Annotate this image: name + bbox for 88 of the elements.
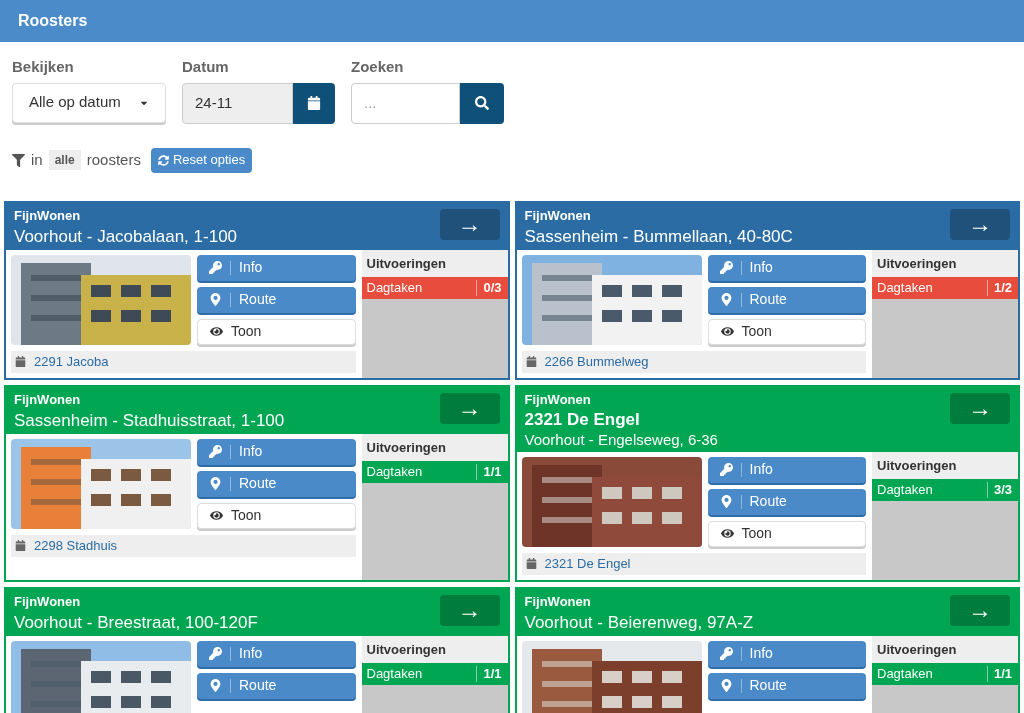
search-icon — [475, 96, 489, 110]
toon-button[interactable]: Toon — [707, 520, 866, 547]
map-pin-icon — [209, 477, 222, 490]
task-row[interactable]: Dagtaken 3/3 — [872, 479, 1018, 501]
schedule-link[interactable]: 2298 Stadhuis — [34, 535, 118, 556]
calendar-icon — [525, 356, 537, 367]
key-icon — [719, 463, 733, 476]
info-button[interactable]: Info — [707, 640, 866, 667]
scope-badge: alle — [48, 150, 81, 170]
date-label: Datum — [182, 57, 230, 77]
toon-button[interactable]: Toon — [707, 318, 866, 345]
filter-suffix: roosters — [86, 149, 141, 170]
toon-button[interactable]: Toon — [197, 502, 356, 529]
view-label: Bekijken — [12, 57, 75, 77]
address-title: Voorhout - Breestraat, 100-120F — [14, 611, 258, 634]
calendar-icon — [525, 558, 537, 569]
search-label: Zoeken — [351, 57, 405, 77]
open-button[interactable]: → — [439, 594, 500, 626]
calendar-button[interactable] — [293, 82, 335, 124]
map-pin-icon — [209, 679, 222, 692]
eye-icon — [210, 325, 223, 338]
route-button[interactable]: Route — [197, 470, 356, 497]
key-icon — [209, 261, 222, 274]
key-icon — [209, 445, 222, 458]
panel-title: Uitvoeringen — [872, 249, 1018, 277]
route-button[interactable]: Route — [197, 672, 356, 699]
calendar-icon — [15, 540, 26, 551]
company-name: FijnWonen — [14, 206, 82, 225]
company-name: FijnWonen — [524, 592, 592, 611]
panel-title: Uitvoeringen — [361, 635, 508, 663]
location-name: 2321 De Engel — [524, 409, 641, 430]
task-row[interactable]: Dagtaken 1/2 — [872, 277, 1018, 299]
map-pin-icon — [209, 293, 222, 306]
search-button[interactable] — [460, 82, 504, 124]
panel-title: Uitvoeringen — [361, 249, 508, 277]
schedule-link[interactable]: 2291 Jacoba — [34, 351, 109, 372]
calendar-icon — [307, 96, 321, 110]
open-button[interactable]: → — [439, 208, 500, 240]
company-name: FijnWonen — [524, 206, 592, 225]
panel-title: Uitvoeringen — [872, 451, 1018, 479]
open-button[interactable]: → — [950, 392, 1010, 424]
company-name: FijnWonen — [14, 592, 82, 611]
eye-icon — [720, 527, 734, 540]
info-button[interactable]: Info — [707, 254, 866, 281]
filter-prefix: in — [31, 149, 43, 170]
route-button[interactable]: Route — [707, 672, 866, 699]
task-row[interactable]: Dagtaken 1/1 — [872, 663, 1018, 685]
map-pin-icon — [719, 293, 733, 306]
eye-icon — [720, 325, 734, 338]
address-title: Voorhout - Jacobalaan, 1-100 — [14, 225, 238, 248]
address-title: Sassenheim - Bummellaan, 40-80C — [524, 225, 793, 248]
search-field[interactable]: ... — [351, 82, 460, 124]
company-name: FijnWonen — [524, 390, 592, 409]
refresh-icon — [157, 154, 169, 166]
page-title: Roosters — [18, 11, 88, 31]
key-icon — [719, 647, 733, 660]
key-icon — [719, 261, 733, 274]
info-button[interactable]: Info — [197, 640, 356, 667]
route-button[interactable]: Route — [707, 286, 866, 313]
open-button[interactable]: → — [950, 594, 1010, 626]
open-button[interactable]: → — [950, 208, 1010, 240]
info-button[interactable]: Info — [197, 254, 356, 281]
filter-icon — [12, 153, 25, 167]
calendar-icon — [15, 356, 26, 367]
reset-button[interactable]: Reset opties — [150, 147, 253, 173]
company-name: FijnWonen — [14, 390, 82, 409]
address-title: Voorhout - Beierenweg, 97A-Z — [524, 611, 754, 634]
address-title: Sassenheim - Stadhuisstraat, 1-100 — [14, 409, 285, 432]
schedule-link[interactable]: 2266 Bummelweg — [544, 351, 649, 372]
map-pin-icon — [719, 495, 733, 508]
task-row[interactable]: Dagtaken 1/1 — [361, 663, 508, 685]
schedule-link[interactable]: 2321 De Engel — [544, 553, 631, 574]
task-row[interactable]: Dagtaken 1/1 — [361, 461, 508, 483]
route-button[interactable]: Route — [707, 488, 866, 515]
panel-title: Uitvoeringen — [361, 433, 508, 461]
info-button[interactable]: Info — [707, 456, 866, 483]
toon-button[interactable]: Toon — [197, 318, 356, 345]
info-button[interactable]: Info — [197, 438, 356, 465]
route-button[interactable]: Route — [197, 286, 356, 313]
view-dropdown[interactable]: Alle op datum — [12, 82, 166, 123]
open-button[interactable]: → — [439, 392, 500, 424]
map-pin-icon — [719, 679, 733, 692]
task-row[interactable]: Dagtaken 0/3 — [361, 277, 508, 299]
key-icon — [209, 647, 222, 660]
address-title: Voorhout - Engelseweg, 6-36 — [524, 429, 718, 450]
panel-title: Uitvoeringen — [872, 635, 1018, 663]
eye-icon — [210, 509, 223, 522]
date-field[interactable]: 24-11 — [182, 82, 293, 124]
